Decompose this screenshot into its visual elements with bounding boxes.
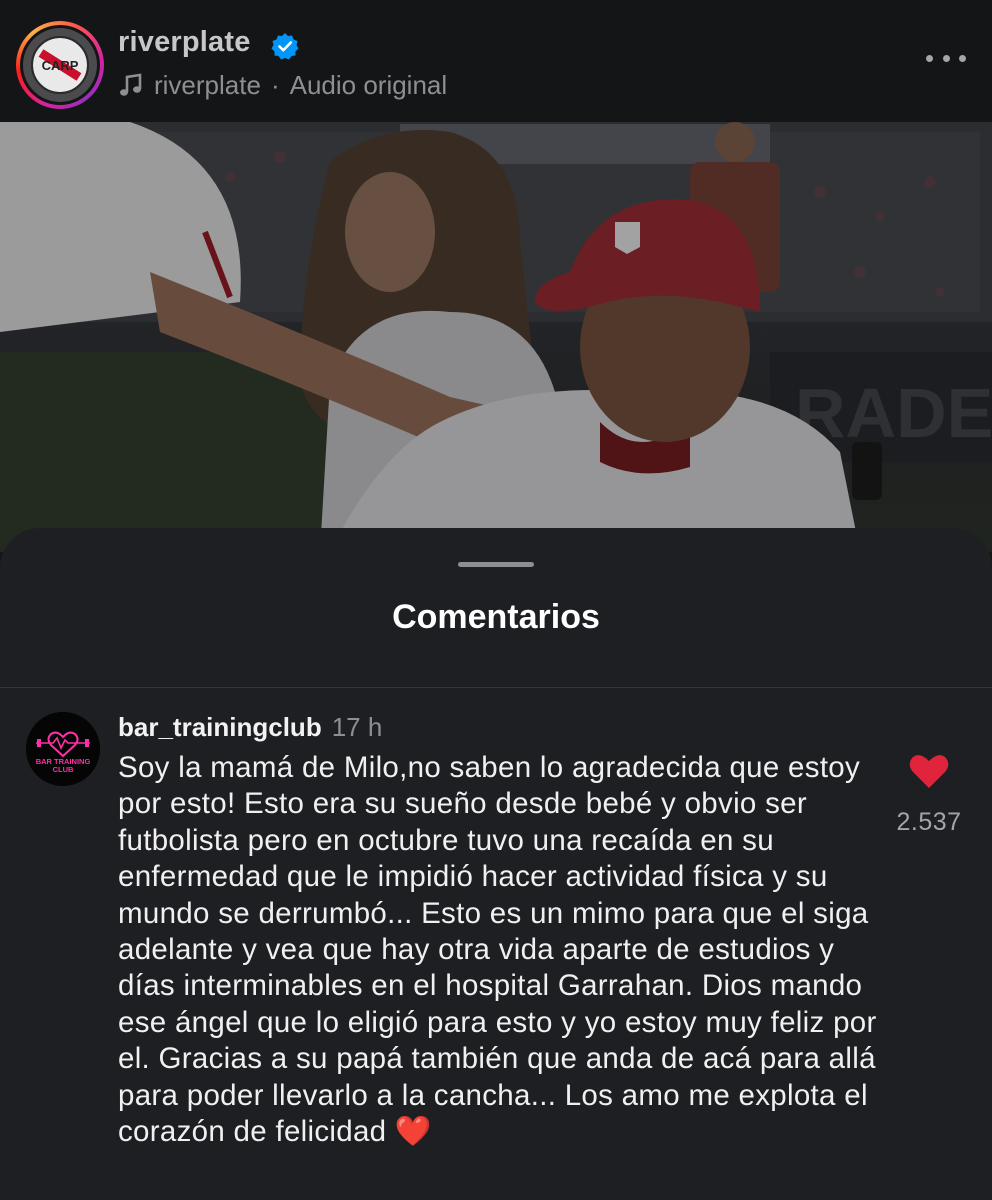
profile-avatar[interactable]: CARP: [16, 21, 104, 109]
more-dot: [926, 54, 933, 62]
video-frame-illustration: RADE: [0, 122, 992, 552]
like-count: 2.537: [896, 808, 962, 836]
more-options-button[interactable]: [926, 46, 966, 70]
avatar-gap: CARP: [20, 25, 100, 105]
sheet-divider: [0, 687, 992, 688]
svg-text:CARP: CARP: [42, 58, 79, 73]
more-dot: [959, 54, 966, 62]
comment-body: Soy la mamá de Milo,no saben lo agradeci…: [118, 750, 878, 1150]
audio-owner: riverplate: [154, 69, 261, 100]
post-header: CARP riverplate riverplate · Audio origi…: [0, 0, 992, 122]
heart-emoji: ❤️: [394, 1115, 432, 1149]
reel-video[interactable]: RADE: [0, 122, 992, 552]
music-note-icon: [120, 73, 142, 96]
sheet-drag-handle[interactable]: [458, 562, 534, 567]
comment-text: Soy la mamá de Milo,no saben lo agradeci…: [118, 751, 877, 1149]
comment-username[interactable]: bar_trainingclub: [118, 712, 322, 743]
sheet-title: Comentarios: [392, 598, 600, 636]
audio-label: Audio original: [289, 69, 448, 100]
svg-text:CLUB: CLUB: [53, 765, 74, 774]
comments-sheet: Comentarios BAR TRAINING CLUB bar_traini…: [0, 528, 992, 1200]
post-username[interactable]: riverplate: [118, 26, 251, 59]
audio-separator: ·: [270, 69, 280, 100]
audio-link[interactable]: riverplate · Audio original: [118, 68, 447, 102]
verified-badge-icon: [271, 33, 299, 60]
more-dot: [942, 54, 950, 62]
commenter-avatar[interactable]: BAR TRAINING CLUB: [26, 712, 100, 786]
comment-header: bar_trainingclub 17 h: [118, 712, 382, 743]
heart-icon[interactable]: [908, 752, 950, 790]
river-plate-logo: CARP: [23, 28, 97, 102]
bar-training-club-logo: BAR TRAINING CLUB: [26, 712, 100, 786]
comment-time: 17 h: [331, 712, 383, 742]
